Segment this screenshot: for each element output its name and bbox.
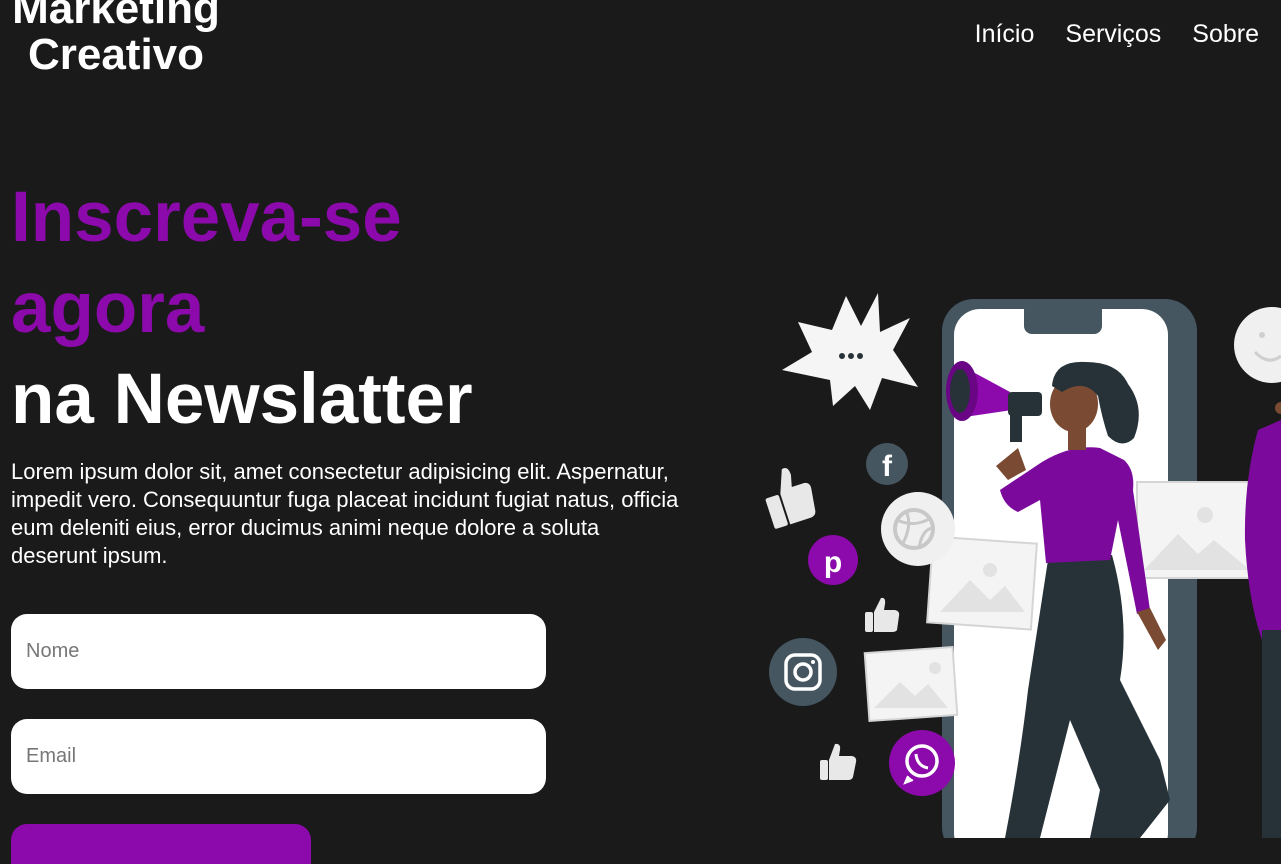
whatsapp-icon (889, 730, 955, 796)
logo-line-2: Creativo (27, 30, 205, 79)
hero-title: Inscreva-se agora na Newslatter (11, 172, 473, 445)
logo[interactable]: Marketing Creativo (0, 0, 232, 78)
second-person-figure (1244, 402, 1281, 838)
hero-title-accent-line-2: agora (11, 269, 205, 348)
speech-burst-icon (782, 293, 918, 410)
logo-line-1: Marketing (12, 0, 220, 33)
subscribe-button[interactable] (11, 824, 311, 864)
marketing-illustration: f p (765, 293, 1281, 838)
smiley-icon (1234, 307, 1281, 383)
nav-link-sobre[interactable]: Sobre (1192, 19, 1259, 49)
email-input[interactable] (11, 719, 546, 794)
svg-text:f: f (882, 450, 893, 483)
thumbs-up-icon (820, 743, 857, 780)
main-nav: Início Serviços Sobre (975, 19, 1259, 49)
nav-link-inicio[interactable]: Início (975, 19, 1035, 49)
pinterest-icon: p (808, 535, 858, 585)
thumbs-up-icon (765, 468, 816, 529)
facebook-icon: f (866, 443, 908, 485)
hero-title-accent-line-1: Inscreva-se (11, 178, 402, 257)
nav-link-servicos[interactable]: Serviços (1065, 19, 1161, 49)
thumbs-up-icon (865, 597, 900, 632)
hero-title-white-line: na Newslatter (11, 360, 473, 439)
dribbble-icon (881, 492, 955, 566)
instagram-icon (769, 638, 837, 706)
image-placeholder-icon (1136, 481, 1262, 579)
svg-text:p: p (824, 546, 842, 579)
name-input[interactable] (11, 614, 546, 689)
image-placeholder-icon (863, 645, 959, 723)
hero-description: Lorem ipsum dolor sit, amet consectetur … (11, 459, 679, 568)
